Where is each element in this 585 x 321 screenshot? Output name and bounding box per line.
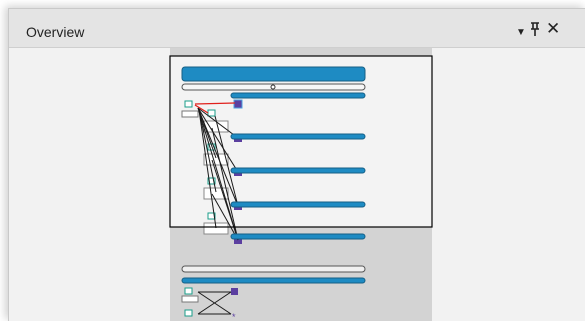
pin-icon[interactable] [530, 22, 540, 39]
node-box [181, 295, 199, 303]
overview-panel: Overview ▼ ✕ * [8, 8, 585, 321]
workflow-bar [230, 201, 366, 208]
node-purple [233, 99, 243, 109]
panel-header: Overview ▼ ✕ [9, 9, 585, 48]
workflow-bar [181, 277, 366, 284]
dropdown-icon[interactable]: ▼ [516, 25, 526, 41]
overview-canvas[interactable]: * [9, 48, 585, 321]
node-box [203, 153, 229, 166]
panel-title: Overview [26, 24, 85, 40]
workflow-bar-outline [181, 265, 366, 273]
workflow-bar [230, 167, 366, 174]
node-teal [184, 100, 193, 108]
node-teal [184, 287, 193, 295]
workflow-minimap: * [169, 48, 433, 321]
node-teal [207, 109, 216, 117]
workflow-bar [230, 133, 366, 140]
workflow-bar [230, 233, 366, 240]
node-teal [184, 309, 193, 317]
viewport-fill [170, 56, 432, 227]
workflow-handle [270, 84, 276, 90]
node-box [181, 110, 199, 118]
node-purple [231, 288, 238, 295]
workflow-bar [181, 66, 366, 82]
workflow-bar [230, 92, 366, 99]
close-icon[interactable]: ✕ [546, 20, 560, 37]
